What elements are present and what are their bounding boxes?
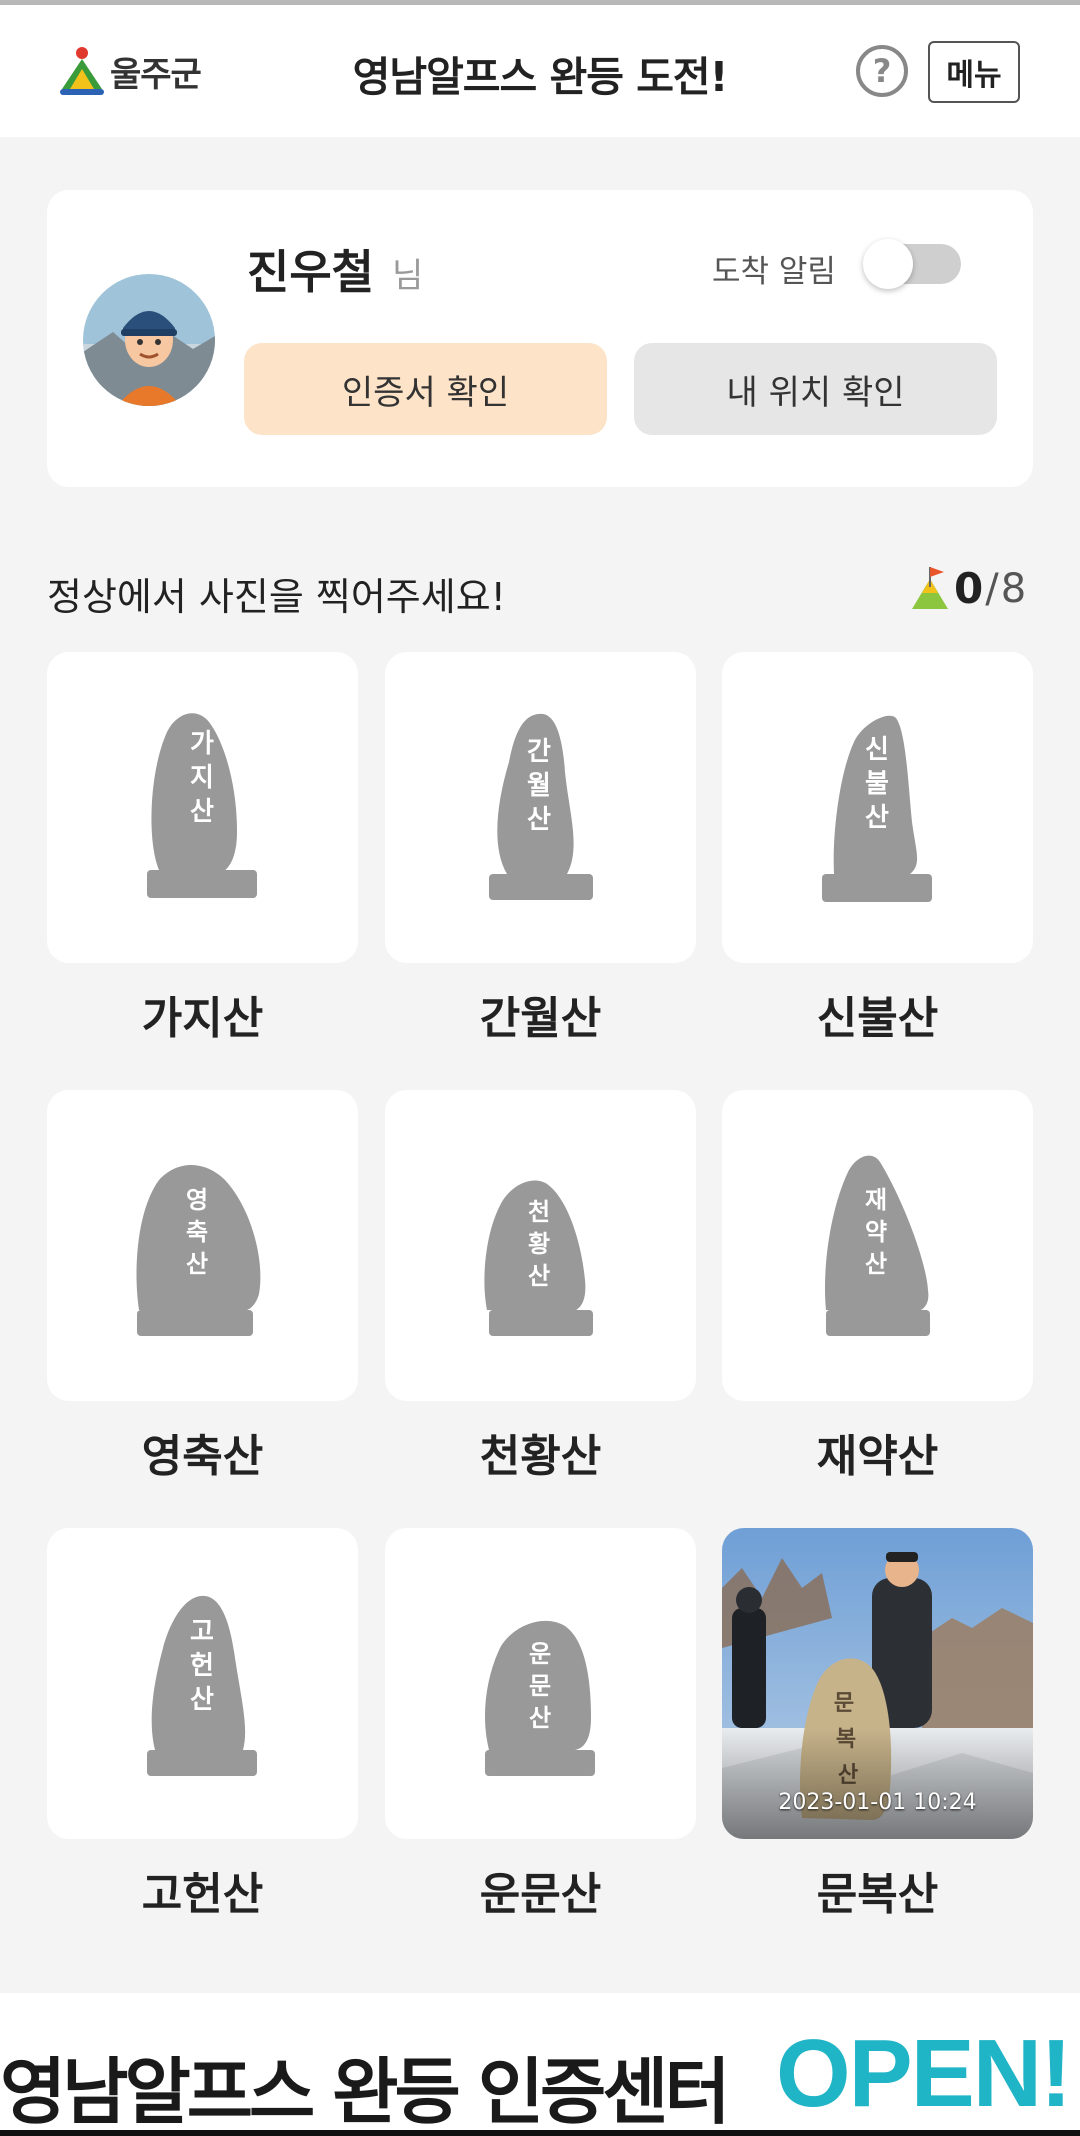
promo-banner[interactable]: 영남알프스 완등 인증센터 OPEN! — [0, 1993, 1080, 2136]
arrival-alarm-toggle[interactable] — [863, 239, 961, 289]
mountain-tile-cheonhwangsan[interactable]: 천 황 산 — [385, 1090, 696, 1401]
completed-count: 0 — [954, 564, 984, 613]
photo-timestamp: 2023-01-01 10:24 — [778, 1790, 977, 1815]
stone-inscription-3: 산 — [186, 1250, 208, 1278]
mountain-tile-unmunsan[interactable]: 운 문 산 — [385, 1528, 696, 1839]
stone-inscription-3: 산 — [528, 1262, 550, 1290]
mountain-tile-munboksan[interactable]: 문 복 산 2023-01-01 10:24 — [722, 1528, 1033, 1839]
summit-stone-icon: 신 불 산 — [822, 715, 932, 902]
avatar[interactable] — [83, 274, 215, 406]
summit-stone-icon: 고 헌 산 — [147, 1595, 257, 1776]
stone-inscription-3: 산 — [529, 1704, 551, 1732]
mountain-name-goheonsan: 고헌산 — [141, 1869, 264, 1920]
mountain-name-yeongchuksan: 영축산 — [141, 1431, 264, 1482]
user-name: 진우철 — [247, 245, 374, 299]
stone-inscription-2: 월 — [527, 771, 551, 801]
stone-inscription-3: 산 — [865, 803, 889, 833]
banner-text: 영남알프스 완등 인증센터 — [0, 2050, 731, 2134]
stone-inscription-1: 고 — [190, 1617, 214, 1647]
mountain-name-sinbulsan: 신불산 — [816, 993, 939, 1044]
summit-stone-icon: 운 문 산 — [485, 1620, 595, 1776]
mountain-name-cheonhwangsan: 천황산 — [479, 1431, 602, 1482]
summit-stone-icon: 영 축 산 — [136, 1165, 261, 1336]
mountain-tile-yeongchuksan[interactable]: 영 축 산 — [47, 1090, 358, 1401]
arrival-alarm-label: 도착 알림 — [712, 254, 836, 290]
banner-open-text: OPEN! — [776, 2020, 1072, 2127]
stone-inscription-1: 재 — [865, 1186, 887, 1214]
stone-inscription-1: 천 — [528, 1198, 550, 1226]
mountain-tile-ganwolsan[interactable]: 간 월 산 — [385, 652, 696, 963]
total-count: 8 — [1000, 565, 1027, 612]
stone-inscription-1: 신 — [865, 735, 889, 765]
help-button[interactable]: ? — [856, 45, 908, 97]
mountain-tile-goheonsan[interactable]: 고 헌 산 — [47, 1528, 358, 1839]
mountain-tile-gajisan[interactable]: 가 지 산 — [47, 652, 358, 963]
user-honorific: 님 — [392, 256, 424, 296]
stone-inscription-2: 헌 — [190, 1651, 214, 1681]
stone-inscription-2: 약 — [865, 1218, 887, 1246]
summit-flag-icon — [912, 566, 948, 609]
stone-inscription-3: 산 — [190, 797, 214, 827]
toggle-knob — [863, 239, 913, 289]
mountain-name-gajisan: 가지산 — [141, 993, 264, 1044]
summit-stone-icon: 가 지 산 — [147, 713, 257, 898]
summit-stone-icon: 천 황 산 — [484, 1180, 593, 1336]
banner-underline — [0, 2130, 1080, 2136]
mountain-tile-jaeyaksan[interactable]: 재 약 산 — [722, 1090, 1033, 1401]
mountain-tile-sinbulsan[interactable]: 신 불 산 — [722, 652, 1033, 963]
stone-inscription-2: 문 — [529, 1672, 551, 1700]
stone-inscription-2: 축 — [186, 1218, 208, 1246]
mountain-name-ganwolsan: 간월산 — [479, 993, 602, 1044]
mountain-name-unmunsan: 운문산 — [479, 1869, 602, 1920]
completion-progress: 0 / 8 — [910, 564, 1026, 613]
progress-separator: / — [985, 565, 999, 612]
stone-inscription-1: 문 — [834, 1691, 854, 1716]
menu-button[interactable]: 메뉴 — [928, 41, 1020, 103]
stone-inscription-1: 영 — [186, 1186, 208, 1214]
stone-inscription-3: 산 — [527, 805, 551, 835]
certificate-button[interactable]: 인증서 확인 — [244, 343, 607, 435]
question-icon: ? — [872, 52, 892, 90]
hiker-avatar-icon — [83, 274, 215, 406]
stone-inscription-1: 가 — [190, 729, 214, 759]
stone-inscription-2: 불 — [865, 769, 889, 799]
stone-inscription-2: 지 — [190, 763, 214, 793]
my-location-button[interactable]: 내 위치 확인 — [634, 343, 997, 435]
mountain-name-munboksan: 문복산 — [816, 1869, 939, 1920]
summit-stone-icon: 간 월 산 — [489, 713, 593, 900]
app-title: 영남알프스 완등 도전! — [352, 53, 729, 101]
photo-instruction: 정상에서 사진을 찍어주세요! — [47, 575, 506, 619]
mountain-name-jaeyaksan: 재약산 — [816, 1431, 939, 1482]
stone-inscription-1: 운 — [529, 1640, 551, 1668]
stone-inscription-2: 황 — [528, 1230, 550, 1258]
stone-inscription-3: 산 — [865, 1250, 887, 1278]
summit-stone-icon: 재 약 산 — [824, 1155, 930, 1336]
stone-inscription-1: 간 — [527, 737, 551, 767]
stone-inscription-3: 산 — [190, 1685, 214, 1715]
app-header: 울주군 영남알프스 완등 도전! ? 메뉴 — [0, 5, 1080, 137]
profile-card: 진우철 님 도착 알림 인증서 확인 내 위치 확인 — [47, 190, 1033, 487]
